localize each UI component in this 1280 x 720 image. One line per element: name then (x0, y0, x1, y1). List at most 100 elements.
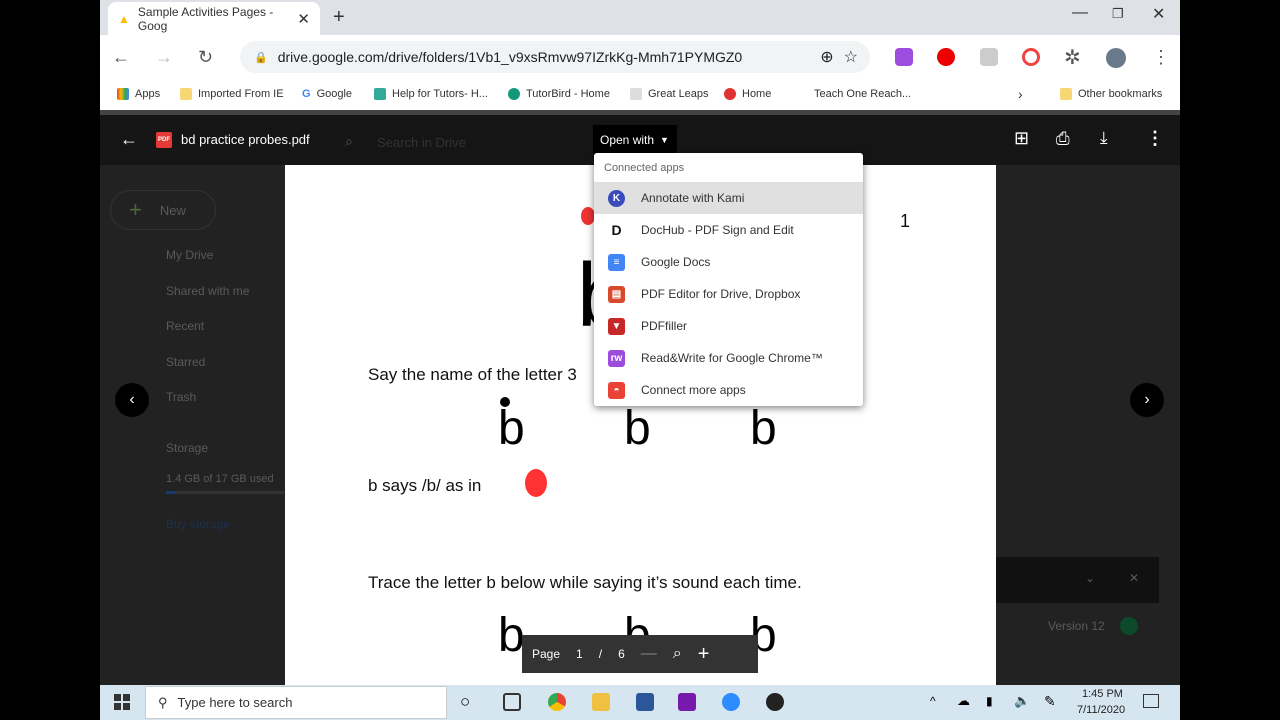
nav-trash[interactable]: Trash (166, 390, 196, 404)
opera-extension-icon[interactable] (937, 48, 955, 66)
new-button[interactable]: + New (110, 190, 216, 230)
menu-icon[interactable]: ⋮ (1152, 47, 1170, 68)
nav-recent[interactable]: Recent (166, 319, 204, 333)
close-tab-icon[interactable]: ✕ (297, 10, 310, 28)
new-tab-button[interactable]: + (333, 6, 345, 29)
bookmark-label: TutorBird - Home (526, 88, 610, 100)
task-view-icon[interactable] (503, 693, 521, 711)
open-with-button[interactable]: Open with ▼ (593, 125, 677, 155)
pen-icon[interactable]: ✎ (1044, 693, 1056, 710)
word-icon[interactable] (636, 693, 654, 711)
menu-item[interactable]: ▼ PDFfiller (594, 310, 863, 342)
bookmark-imported[interactable]: Imported From IE (180, 88, 284, 100)
menu-item[interactable]: ▤ PDF Editor for Drive, Dropbox (594, 278, 863, 310)
chevron-right-icon[interactable]: › (1018, 86, 1023, 102)
menu-item-label: Connect more apps (641, 383, 746, 397)
bookmark-label: Home (742, 88, 772, 100)
folder-icon (1060, 88, 1072, 100)
extension-icon[interactable] (1022, 48, 1040, 66)
next-button[interactable]: › (1130, 383, 1164, 417)
maximize-button[interactable]: ❐ (1112, 6, 1124, 22)
page-current[interactable]: 1 (576, 647, 583, 661)
volume-icon[interactable]: 🔈 (1014, 693, 1030, 709)
zoom-app-icon[interactable] (722, 693, 740, 711)
nav-my-drive[interactable]: My Drive (166, 248, 213, 262)
cast-extension-icon[interactable] (980, 48, 998, 66)
menu-item-label: PDFfiller (641, 319, 688, 333)
menu-header: Connected apps (604, 162, 685, 174)
bookmark-label: Teach One Reach... (814, 88, 912, 100)
lock-icon: 🔒 (254, 51, 268, 64)
bookmark-apps[interactable]: Apps (117, 88, 160, 100)
search-icon: ⚲ (158, 694, 168, 710)
nav-shared[interactable]: Shared with me (166, 284, 249, 298)
add-icon[interactable]: ⊕ (820, 47, 833, 67)
forward-icon[interactable]: → (155, 47, 173, 68)
windows-start-icon[interactable] (114, 694, 130, 710)
bookmark-google[interactable]: G Google (302, 88, 352, 100)
check-icon (1120, 617, 1138, 635)
download-icon[interactable]: ⤓ (1100, 128, 1108, 148)
file-explorer-icon[interactable] (592, 693, 610, 711)
bookmark-great-leaps[interactable]: Great Leaps (630, 88, 709, 100)
close-icon[interactable]: ✕ (1129, 571, 1139, 585)
menu-item[interactable]: D DocHub - PDF Sign and Edit (594, 214, 863, 246)
add-comment-icon[interactable]: ⊞ (1014, 128, 1029, 149)
print-icon[interactable]: ⎙ (1056, 129, 1070, 149)
bookmark-label: Imported From IE (198, 88, 284, 100)
clock-date[interactable]: 7/11/2020 (1077, 704, 1125, 716)
tutors-icon (374, 88, 386, 100)
home-bookmark-icon (724, 88, 736, 100)
cortana-icon[interactable]: ○ (460, 692, 470, 712)
zoom-icon[interactable]: ⌕ (673, 645, 682, 663)
menu-item[interactable]: K Annotate with Kami (594, 182, 863, 214)
reload-icon[interactable]: ↻ (198, 47, 213, 68)
taskbar-search[interactable]: ⚲ Type here to search (145, 686, 447, 719)
buy-storage-link[interactable]: Buy storage (166, 517, 230, 531)
puzzle-icon[interactable]: ✲ (1064, 45, 1082, 69)
menu-item[interactable]: ◓ Connect more apps (594, 374, 863, 406)
balloon-icon (581, 207, 595, 225)
chevron-down-icon[interactable]: ⌄ (1085, 571, 1095, 585)
chrome-icon[interactable] (548, 693, 566, 711)
previous-button[interactable]: ‹ (115, 383, 149, 417)
letter-b: b (498, 402, 525, 455)
minimize-button[interactable]: — (1072, 4, 1088, 22)
avatar[interactable] (1106, 48, 1126, 68)
google-icon: G (302, 88, 311, 100)
close-window-button[interactable]: ✕ (1152, 4, 1165, 24)
zoom-out-icon[interactable]: — (641, 645, 657, 663)
star-icon[interactable]: ☆ (844, 47, 858, 67)
back-icon[interactable]: ← (112, 47, 130, 68)
notifications-icon[interactable] (1143, 694, 1159, 708)
back-arrow-icon[interactable]: ← (120, 129, 138, 150)
address-bar[interactable]: 🔒 drive.google.com/drive/folders/1Vb1_v9… (240, 41, 870, 73)
clock-time[interactable]: 1:45 PM (1082, 688, 1123, 700)
bookmark-label: Help for Tutors- H... (392, 88, 488, 100)
bookmark-teach-one[interactable]: Teach One Reach... (814, 88, 911, 100)
chevron-up-icon[interactable]: ^ (930, 694, 936, 708)
bookmark-other[interactable]: Other bookmarks (1060, 88, 1162, 100)
speedometer-icon[interactable] (766, 693, 784, 711)
folder-icon (180, 88, 192, 100)
zoom-in-icon[interactable]: + (698, 643, 710, 666)
tab-bar: ▲ Sample Activities Pages - Goog ✕ + — ❐… (100, 0, 1180, 35)
onenote-icon[interactable] (678, 693, 696, 711)
onedrive-icon[interactable]: ☁ (957, 693, 970, 709)
bookmark-tutorbird[interactable]: TutorBird - Home (508, 88, 610, 100)
browser-tab[interactable]: ▲ Sample Activities Pages - Goog ✕ (108, 2, 320, 35)
page-total: 6 (618, 647, 625, 661)
menu-item[interactable]: ≡ Google Docs (594, 246, 863, 278)
more-options-icon[interactable]: ⋮ (1146, 128, 1164, 149)
marketplace-icon: ◓ (608, 381, 625, 399)
letter-b: b (498, 609, 525, 662)
instruction-text: Say the name of the letter 3 (368, 365, 577, 384)
search-icon: ⌕ (345, 133, 353, 149)
menu-item[interactable]: rw Read&Write for Google Chrome™ (594, 342, 863, 374)
readwrite-extension-icon[interactable] (895, 48, 913, 66)
bookmark-help-tutors[interactable]: Help for Tutors- H... (374, 88, 488, 100)
bookmark-home[interactable]: Home (724, 88, 771, 100)
nav-starred[interactable]: Starred (166, 355, 205, 369)
pdf-editor-icon: ▤ (608, 285, 625, 303)
battery-icon[interactable]: ▮ (986, 694, 993, 708)
